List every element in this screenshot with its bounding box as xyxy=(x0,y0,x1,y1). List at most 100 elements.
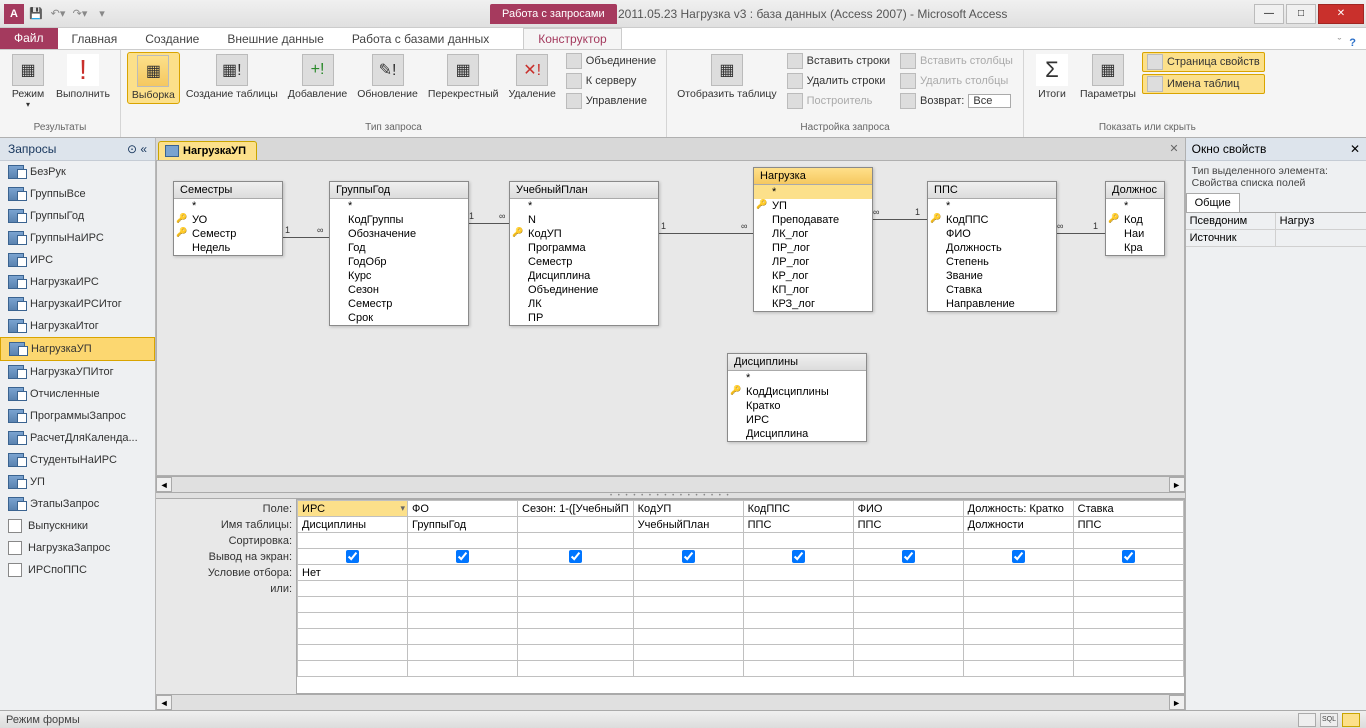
relationship-line[interactable] xyxy=(659,233,753,234)
grid-cell[interactable]: Дисциплины xyxy=(298,517,408,533)
nav-item[interactable]: НагрузкаИРС xyxy=(0,271,155,293)
grid-cell[interactable] xyxy=(298,661,408,677)
grid-cell[interactable] xyxy=(963,645,1073,661)
nav-item[interactable]: ПрограммыЗапрос xyxy=(0,405,155,427)
grid-cell[interactable] xyxy=(1073,565,1183,581)
field-item[interactable]: Обозначение xyxy=(330,227,468,241)
field-item[interactable]: ЛК xyxy=(510,297,658,311)
table-box[interactable]: Нагрузка*УППреподаватеЛК_логПР_логЛР_лог… xyxy=(753,167,873,312)
grid-cell[interactable] xyxy=(853,581,963,597)
grid-cell[interactable] xyxy=(1073,645,1183,661)
delete-rows-button[interactable]: Удалить строки xyxy=(783,72,894,90)
splitter[interactable]: • • • • • • • • • • • • • • • • xyxy=(156,492,1185,499)
grid-cell[interactable] xyxy=(408,533,518,549)
relationship-line[interactable] xyxy=(283,237,329,238)
field-item[interactable]: Срок xyxy=(330,311,468,325)
grid-cell[interactable] xyxy=(853,549,963,565)
grid-cell[interactable]: КодППС xyxy=(743,501,853,517)
field-item[interactable]: ЛК_лог xyxy=(754,227,872,241)
nav-item[interactable]: ИРС xyxy=(0,249,155,271)
grid-cell[interactable]: ППС xyxy=(1073,517,1183,533)
show-checkbox[interactable] xyxy=(346,550,359,563)
grid-cell[interactable] xyxy=(518,581,634,597)
grid-cell[interactable]: Нет xyxy=(298,565,408,581)
show-checkbox[interactable] xyxy=(1012,550,1025,563)
passthrough-button[interactable]: К серверу xyxy=(562,72,660,90)
grid-cell[interactable] xyxy=(298,533,408,549)
grid-cell[interactable] xyxy=(1073,661,1183,677)
grid-cell[interactable] xyxy=(298,613,408,629)
field-item[interactable]: Кра xyxy=(1106,241,1164,255)
propsheet-grid[interactable]: ПсевдонимНагрузИсточник xyxy=(1186,213,1366,710)
nav-item[interactable]: НагрузкаУПИтог xyxy=(0,361,155,383)
field-item[interactable]: Дисциплина xyxy=(728,427,866,441)
field-item[interactable]: Семестр xyxy=(174,227,282,241)
view-design-icon[interactable] xyxy=(1342,713,1360,727)
property-row[interactable]: ПсевдонимНагруз xyxy=(1186,213,1366,230)
field-item[interactable]: ЛР_лог xyxy=(754,255,872,269)
grid-cell[interactable] xyxy=(298,581,408,597)
grid-cell[interactable]: Сезон: 1-([УчебныйП xyxy=(518,501,634,517)
table-title[interactable]: Должнос xyxy=(1106,182,1164,199)
field-item[interactable]: КРЗ_лог xyxy=(754,297,872,311)
grid-cell[interactable] xyxy=(963,629,1073,645)
nav-item[interactable]: НагрузкаИтог xyxy=(0,315,155,337)
grid-cell[interactable] xyxy=(1073,533,1183,549)
field-item[interactable]: Степень xyxy=(928,255,1056,269)
grid-cell[interactable] xyxy=(743,533,853,549)
grid-cell[interactable] xyxy=(963,533,1073,549)
show-checkbox[interactable] xyxy=(456,550,469,563)
field-item[interactable]: УО xyxy=(174,213,282,227)
field-item[interactable]: * xyxy=(928,199,1056,213)
field-item[interactable]: Кратко xyxy=(728,399,866,413)
designer-scrollbar[interactable]: ◄ ► xyxy=(156,476,1185,492)
grid-cell[interactable] xyxy=(1073,613,1183,629)
undo-icon[interactable]: ↶▾ xyxy=(48,4,68,24)
grid-cell[interactable] xyxy=(743,565,853,581)
grid-cell[interactable] xyxy=(743,629,853,645)
nav-item[interactable]: Отчисленные xyxy=(0,383,155,405)
grid-cell[interactable] xyxy=(408,597,518,613)
grid-cell[interactable] xyxy=(408,629,518,645)
table-box[interactable]: ППС*КодППСФИОДолжностьСтепеньЗваниеСтавк… xyxy=(927,181,1057,312)
grid-cell[interactable] xyxy=(853,565,963,581)
field-item[interactable]: Программа xyxy=(510,241,658,255)
field-item[interactable]: * xyxy=(1106,199,1164,213)
document-tab[interactable]: НагрузкаУП xyxy=(158,141,257,160)
insert-rows-button[interactable]: Вставить строки xyxy=(783,52,894,70)
grid-cell[interactable] xyxy=(408,549,518,565)
field-item[interactable]: Семестр xyxy=(510,255,658,269)
field-item[interactable]: Дисциплина xyxy=(510,269,658,283)
nav-item[interactable]: НагрузкаЗапрос xyxy=(0,537,155,559)
field-item[interactable]: Курс xyxy=(330,269,468,283)
nav-item[interactable]: БезРук xyxy=(0,161,155,183)
field-item[interactable]: Направление xyxy=(928,297,1056,311)
field-item[interactable]: * xyxy=(510,199,658,213)
builder-button[interactable]: Построитель xyxy=(783,92,894,110)
redo-icon[interactable]: ↷▾ xyxy=(70,4,90,24)
grid-cell[interactable]: УчебныйПлан xyxy=(633,517,743,533)
field-item[interactable]: КР_лог xyxy=(754,269,872,283)
field-item[interactable]: Наи xyxy=(1106,227,1164,241)
grid-cell[interactable] xyxy=(853,597,963,613)
grid-cell[interactable] xyxy=(408,661,518,677)
field-item[interactable]: Ставка xyxy=(928,283,1056,297)
union-button[interactable]: Объединение xyxy=(562,52,660,70)
propertysheet-button[interactable]: Страница свойств xyxy=(1142,52,1265,72)
grid-cell[interactable] xyxy=(963,661,1073,677)
run-button[interactable]: !Выполнить xyxy=(52,52,114,102)
grid-cell[interactable] xyxy=(408,613,518,629)
grid-cell[interactable] xyxy=(853,613,963,629)
grid-cell[interactable] xyxy=(298,629,408,645)
field-item[interactable]: * xyxy=(174,199,282,213)
grid-cell[interactable] xyxy=(633,597,743,613)
field-item[interactable]: Преподавате xyxy=(754,213,872,227)
grid-cell[interactable] xyxy=(963,549,1073,565)
grid-cell[interactable] xyxy=(633,629,743,645)
property-value[interactable] xyxy=(1276,230,1366,246)
table-title[interactable]: ГруппыГод xyxy=(330,182,468,199)
grid-cell[interactable] xyxy=(298,597,408,613)
grid-cell[interactable] xyxy=(408,581,518,597)
tablenames-button[interactable]: Имена таблиц xyxy=(1142,74,1265,94)
field-item[interactable]: Год xyxy=(330,241,468,255)
